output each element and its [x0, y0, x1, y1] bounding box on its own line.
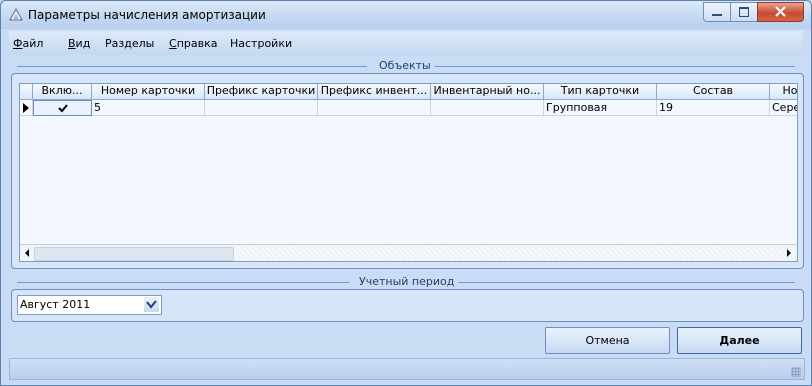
table-cell-card-number[interactable]: 5	[92, 100, 205, 116]
menu-file[interactable]: Файл	[13, 37, 43, 50]
objects-group-line-right	[431, 66, 795, 67]
status-bar	[9, 358, 805, 380]
checkbox-checked-icon[interactable]	[58, 104, 68, 113]
column-header-card-type[interactable]: Тип карточки	[544, 84, 657, 100]
column-header-inventory-number[interactable]: Инвентарный но...	[431, 84, 544, 100]
objects-group-line-left	[17, 66, 367, 67]
period-group-title: Учетный период	[355, 275, 459, 288]
table-cell-enabled[interactable]	[33, 100, 92, 116]
column-header-enabled[interactable]: Вклю...	[33, 84, 92, 100]
maximize-button[interactable]	[730, 2, 758, 22]
column-header-composition[interactable]: Состав	[657, 84, 770, 100]
menu-sections[interactable]: Разделы	[105, 37, 154, 50]
chevron-down-icon	[146, 300, 157, 309]
minimize-button[interactable]	[703, 2, 731, 22]
horizontal-scrollbar[interactable]	[20, 244, 797, 261]
menu-bar: Файл Вид Разделы Справка Настройки	[9, 31, 803, 55]
maximize-icon	[739, 7, 749, 17]
close-button[interactable]	[757, 2, 804, 22]
main-window: Параметры начисления амортизации Файл Ви…	[0, 0, 812, 386]
period-dropdown-button[interactable]	[144, 297, 159, 312]
period-group-line-right	[451, 282, 795, 283]
period-group-line-left	[17, 282, 349, 283]
column-header-extra[interactable]: Но	[770, 84, 797, 100]
period-select[interactable]: Август 2011	[17, 295, 162, 315]
resize-grip[interactable]	[791, 367, 801, 377]
next-button[interactable]: Далее	[677, 327, 802, 354]
row-pointer-icon	[23, 103, 29, 113]
objects-group-title: Объекты	[375, 59, 435, 72]
table-cell-composition[interactable]: 19	[657, 100, 770, 116]
row-indicator[interactable]	[20, 100, 33, 116]
row-header-corner	[20, 84, 33, 100]
scroll-right-icon[interactable]	[782, 246, 794, 260]
objects-grid[interactable]: Вклю... Номер карточки Префикс карточки …	[19, 83, 798, 262]
column-header-inventory-prefix[interactable]: Префикс инвент...	[318, 84, 431, 100]
menu-view[interactable]: Вид	[68, 37, 90, 50]
scroll-left-icon[interactable]	[22, 246, 34, 260]
app-icon	[9, 7, 23, 21]
column-header-card-number[interactable]: Номер карточки	[92, 84, 205, 100]
close-icon	[775, 6, 786, 17]
menu-help[interactable]: Справка	[169, 37, 217, 50]
table-cell-extra[interactable]: Сере	[770, 100, 797, 116]
title-bar: Параметры начисления амортизации	[1, 1, 811, 29]
period-select-value: Август 2011	[20, 298, 91, 311]
table-cell-card-prefix[interactable]	[205, 100, 318, 116]
window-title: Параметры начисления амортизации	[28, 8, 266, 22]
scroll-track[interactable]	[234, 247, 781, 259]
table-cell-inventory-number[interactable]	[431, 100, 544, 116]
menu-settings[interactable]: Настройки	[230, 37, 292, 50]
cancel-button[interactable]: Отмена	[545, 327, 670, 354]
table-cell-inventory-prefix[interactable]	[318, 100, 431, 116]
table-cell-card-type[interactable]: Групповая	[544, 100, 657, 116]
scroll-thumb[interactable]	[34, 247, 234, 261]
column-header-card-prefix[interactable]: Префикс карточки	[205, 84, 318, 100]
minimize-icon	[712, 14, 722, 16]
